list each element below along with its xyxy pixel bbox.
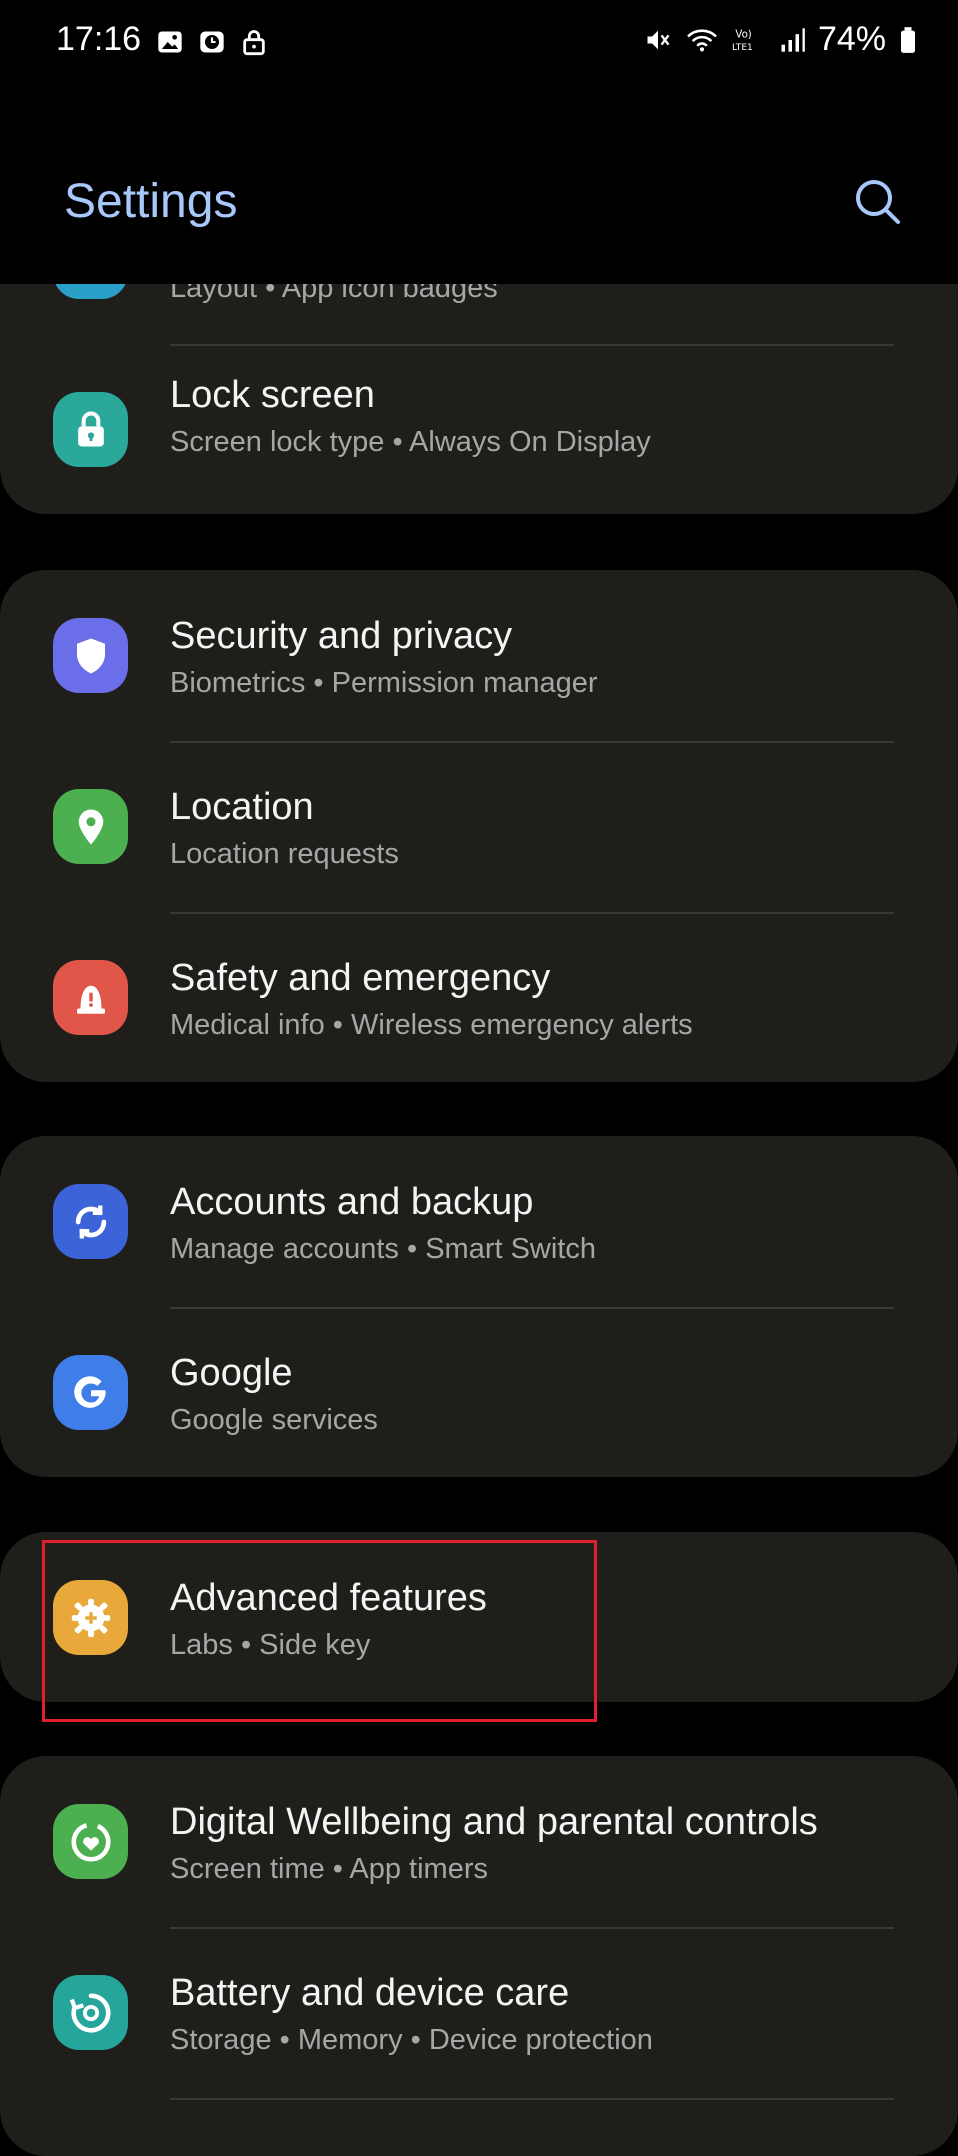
item-subtitle: Screen time • App timers [170, 1853, 488, 1885]
location-pin-icon [53, 789, 128, 864]
partial-row-subtitle: Layout • App icon badges [170, 284, 498, 304]
settings-group-display: Layout • App icon badges Lock screen Scr… [0, 284, 958, 514]
lock-icon [53, 392, 128, 467]
battery-percentage: 74% [817, 20, 886, 58]
svg-text:LTE1: LTE1 [732, 43, 753, 53]
item-title: Google [170, 1352, 293, 1394]
search-icon [856, 180, 900, 224]
battery-icon [901, 26, 915, 53]
settings-group-wellbeing: Digital Wellbeing and parental controls … [0, 1756, 958, 2156]
alert-icon [53, 960, 128, 1035]
signal-icon [781, 27, 805, 52]
search-button[interactable] [850, 174, 906, 230]
settings-group-accounts: Accounts and backup Manage accounts • Sm… [0, 1136, 958, 1477]
lock-icon [243, 30, 265, 56]
settings-item-accounts-backup[interactable]: Accounts and backup Manage accounts • Sm… [0, 1136, 958, 1307]
settings-item-google[interactable]: Google Google services [0, 1307, 958, 1477]
item-title: Digital Wellbeing and parental controls [170, 1801, 818, 1843]
item-title: Safety and emergency [170, 957, 551, 999]
gear-plus-icon [53, 1580, 128, 1655]
divider [170, 2098, 894, 2100]
svg-text:Vo): Vo) [735, 29, 751, 40]
settings-item-digital-wellbeing[interactable]: Digital Wellbeing and parental controls … [0, 1756, 958, 1927]
settings-item-advanced-features[interactable]: Advanced features Labs • Side key [0, 1532, 958, 1702]
settings-item-safety-emergency[interactable]: Safety and emergency Medical info • Wire… [0, 912, 958, 1082]
status-time: 17:16 [56, 20, 142, 58]
shield-icon [53, 618, 128, 693]
item-title: Advanced features [170, 1577, 487, 1619]
page-title: Settings [64, 175, 238, 228]
item-subtitle: Screen lock type • Always On Display [170, 426, 651, 458]
settings-item-security-privacy[interactable]: Security and privacy Biometrics • Permis… [0, 570, 958, 741]
item-title: Battery and device care [170, 1972, 570, 2014]
item-title: Lock screen [170, 374, 375, 416]
refresh-circle-icon [53, 1975, 128, 2050]
partial-row-icon [53, 284, 128, 299]
sync-icon [53, 1184, 128, 1259]
volte-icon: Vo) LTE1 [732, 29, 753, 53]
item-title: Security and privacy [170, 615, 513, 657]
item-subtitle: Manage accounts • Smart Switch [170, 1233, 597, 1265]
mute-icon [647, 30, 670, 49]
wifi-icon [687, 29, 717, 51]
google-icon [53, 1355, 128, 1430]
header: Settings [0, 150, 958, 260]
item-subtitle: Location requests [170, 838, 399, 870]
item-subtitle: Storage • Memory • Device protection [170, 2024, 653, 2056]
item-title: Location [170, 786, 314, 828]
settings-group-advanced: Advanced features Labs • Side key [0, 1532, 958, 1702]
heart-circle-icon [53, 1804, 128, 1879]
item-subtitle: Biometrics • Permission manager [170, 667, 598, 699]
clock-icon [200, 31, 224, 53]
item-subtitle: Google services [170, 1404, 378, 1436]
item-subtitle: Medical info • Wireless emergency alerts [170, 1009, 693, 1041]
settings-group-security: Security and privacy Biometrics • Permis… [0, 570, 958, 1082]
status-bar: 17:16 Vo) LTE1 74% [0, 0, 958, 90]
item-title: Accounts and backup [170, 1181, 534, 1223]
settings-item-battery-device-care[interactable]: Battery and device care Storage • Memory… [0, 1927, 958, 2098]
settings-item-location[interactable]: Location Location requests [0, 741, 958, 912]
gallery-icon [158, 31, 182, 53]
item-subtitle: Labs • Side key [170, 1629, 371, 1661]
settings-item-lock-screen[interactable]: Lock screen Screen lock type • Always On… [0, 346, 958, 514]
